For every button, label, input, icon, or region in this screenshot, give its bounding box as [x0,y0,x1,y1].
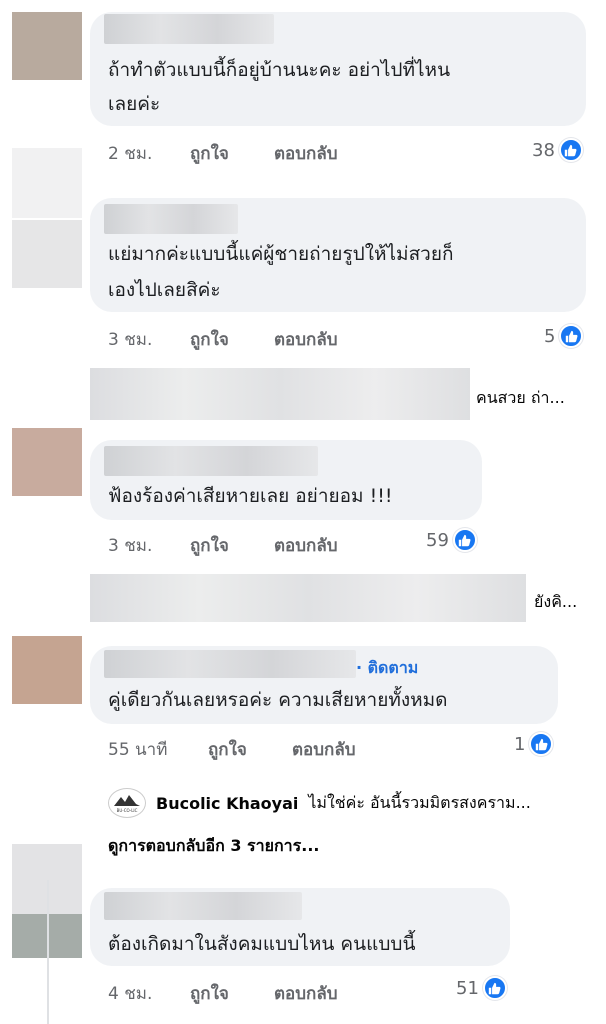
comment-meta: 4 ชม. ถูกใจ ตอบกลับ [108,980,408,1004]
thumbs-up-icon [558,138,583,162]
avatar[interactable] [12,428,82,496]
avatar[interactable] [12,148,82,218]
comment-text: ถ้าทำตัวแบบนี้ก็อยู่บ้านนะคะ อย่าไปที่ไห… [108,59,451,81]
commenter-name[interactable] [104,446,318,476]
page-name[interactable]: Bucolic Khaoyai [156,794,298,813]
comment-time[interactable]: 55 นาที [108,736,167,763]
reaction-count[interactable]: 51 [456,976,507,1000]
comment-meta: 3 ชม. ถูกใจ ตอบกลับ [108,532,408,556]
page-reply-text: ไม่ใช่ค่ะ อันนี้รวมมิตรสงคราม... [308,792,531,812]
avatar[interactable] [12,12,82,80]
comment-time[interactable]: 2 ชม. [108,140,152,167]
comment-time[interactable]: 3 ชม. [108,532,152,559]
comment-meta: 3 ชม. ถูกใจ ตอบกลับ [108,326,408,350]
avatar[interactable] [12,220,82,288]
comment-text: เองไปเลยสิค่ะ [108,279,221,301]
reply-link[interactable]: ตอบกลับ [292,736,356,763]
comment-meta: 55 นาที ถูกใจ ตอบกลับ [108,736,428,760]
avatar[interactable] [12,636,82,704]
like-link[interactable]: ถูกใจ [190,140,229,167]
comment-text: ต้องเกิดมาในสังคมแบบไหน คนแบบนี้ [108,933,416,955]
comment-meta: 2 ชม. ถูกใจ ตอบกลับ [108,140,408,164]
follow-link[interactable]: · ติดตาม [356,656,418,681]
reaction-count[interactable]: 5 [544,324,584,348]
like-link[interactable]: ถูกใจ [208,736,247,763]
commenter-name[interactable] [104,204,238,234]
reply-preview-text[interactable]: คนสวย ถ่า... [476,386,565,411]
mountain-logo-icon[interactable]: BU-CO-LIC [108,788,146,818]
reply-link[interactable]: ตอบกลับ [274,140,338,167]
like-link[interactable]: ถูกใจ [190,980,229,1007]
comment-text: แย่มากค่ะแบบนี้แค่ผู้ชายถ่ายรูปให้ไม่สวย… [108,243,454,265]
thread-line [47,880,49,1024]
comment-text: คู่เดียวกันเลยหรอค่ะ ความเสียหายทั้งหมด [108,689,448,711]
reply-preview-blur[interactable] [90,368,470,420]
comment-time[interactable]: 3 ชม. [108,326,152,353]
reply-link[interactable]: ตอบกลับ [274,980,338,1007]
thumbs-up-icon [452,528,477,552]
thumbs-up-icon [529,732,554,756]
like-link[interactable]: ถูกใจ [190,326,229,353]
reply-preview-blur[interactable] [90,574,526,622]
page-reply-preview[interactable]: BU-CO-LIC Bucolic Khaoyai ไม่ใช่ค่ะ อันน… [108,786,531,820]
thumbs-up-icon [559,324,584,348]
reply-link[interactable]: ตอบกลับ [274,326,338,353]
view-more-replies-link[interactable]: ดูการตอบกลับอีก 3 รายการ... [108,834,319,859]
thumbs-up-icon [482,976,507,1000]
like-link[interactable]: ถูกใจ [190,532,229,559]
reaction-count[interactable]: 59 [426,528,477,552]
comment-text: เลยค่ะ [108,93,161,115]
reaction-count[interactable]: 1 [514,732,554,756]
comment-text: ฟ้องร้องค่าเสียหายเลย อย่ายอม !!! [108,485,393,507]
svg-text:BU-CO-LIC: BU-CO-LIC [117,808,138,813]
commenter-name[interactable] [104,892,302,920]
comment-time[interactable]: 4 ชม. [108,980,152,1007]
reaction-count[interactable]: 38 [532,138,583,162]
commenter-name[interactable] [104,650,356,678]
reply-preview-text[interactable]: ยังคิ... [534,590,577,615]
reply-link[interactable]: ตอบกลับ [274,532,338,559]
commenter-name[interactable] [104,14,274,44]
